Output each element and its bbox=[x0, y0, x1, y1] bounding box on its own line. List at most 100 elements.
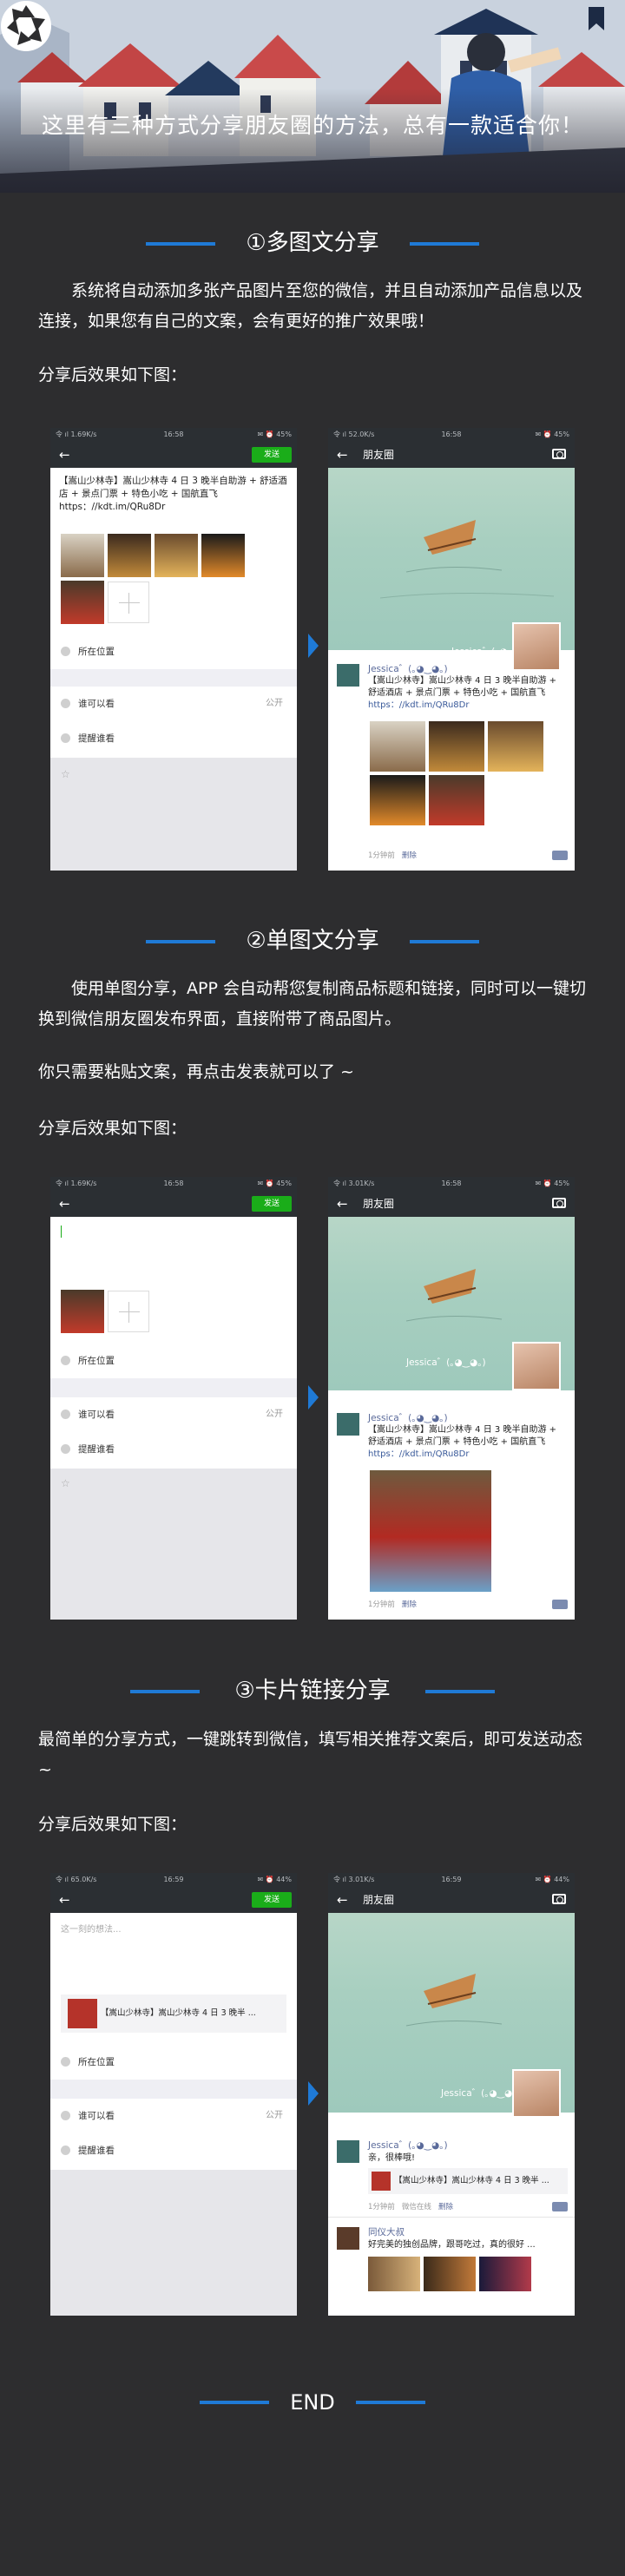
end-text: END bbox=[290, 2390, 335, 2415]
user-avatar[interactable] bbox=[335, 1411, 361, 1437]
status-battery: ✉ ⏰ 45% bbox=[257, 1180, 292, 1187]
post-nickname[interactable]: Jessica゛(｡◕‿◕｡) bbox=[368, 1411, 448, 1424]
post-photo[interactable] bbox=[429, 775, 484, 825]
other-user-photo[interactable] bbox=[424, 2257, 476, 2291]
post-photo[interactable] bbox=[370, 775, 425, 825]
camera-icon[interactable] bbox=[552, 1894, 566, 1904]
add-photo-button[interactable] bbox=[108, 1291, 149, 1332]
empty-area bbox=[50, 758, 297, 871]
back-arrow-icon[interactable]: ← bbox=[59, 1892, 70, 1908]
post-photo[interactable] bbox=[370, 1470, 491, 1592]
back-arrow-icon[interactable]: ← bbox=[59, 1196, 70, 1212]
nav-bar: ← 发送 bbox=[50, 1887, 297, 1913]
aperture-logo-icon bbox=[1, 1, 51, 51]
card-thumbnail bbox=[68, 1998, 97, 2028]
star-icon[interactable]: ☆ bbox=[61, 1477, 70, 1489]
remind-row[interactable]: 提醒谁看 bbox=[50, 2133, 297, 2168]
section-title: ③卡片链接分享 bbox=[234, 1678, 391, 1704]
phone-compose-multi: 令 ıl 1.69K/s 16:58 ✉ ⏰ 45% ← 发送 【嵩山少林寺】嵩… bbox=[50, 428, 297, 871]
thought-input[interactable]: 这一刻的想法... bbox=[61, 1922, 122, 1935]
product-photo[interactable] bbox=[61, 581, 104, 624]
status-battery: ✉ ⏰ 45% bbox=[535, 1180, 569, 1187]
product-photo[interactable] bbox=[155, 534, 198, 577]
product-photo[interactable] bbox=[201, 534, 245, 577]
back-arrow-icon[interactable]: ← bbox=[337, 1196, 348, 1212]
link-card[interactable]: 【嵩山少林寺】嵩山少林寺 4 日 3 晚半 ... bbox=[61, 1994, 286, 2033]
remind-row[interactable]: 提醒谁看 bbox=[50, 1432, 297, 1467]
send-button[interactable]: 发送 bbox=[252, 447, 292, 463]
send-button[interactable]: 发送 bbox=[252, 1196, 292, 1212]
post-comment: 亲，很棒哦! bbox=[368, 2153, 416, 2163]
other-user-text: 好完美的独创品牌，跟哥吃过，真的很好 ... bbox=[368, 2240, 536, 2250]
phone-moments-single: 令 ıl 3.01K/s 16:58 ✉ ⏰ 45% ← 朋友圈 Jessica… bbox=[328, 1177, 575, 1620]
post-time: 1分钟前 bbox=[368, 1600, 395, 1609]
visibility-value: 公开 bbox=[266, 2111, 283, 2120]
post-nickname[interactable]: Jessica゛(｡◕‿◕｡) bbox=[368, 2139, 448, 2152]
delete-link[interactable]: 删除 bbox=[402, 851, 417, 860]
card-title: 【嵩山少林寺】嵩山少林寺 4 日 3 晚半 ... bbox=[394, 2176, 549, 2185]
status-bar: 令 ıl 1.69K/s 16:58 ✉ ⏰ 45% bbox=[50, 428, 297, 442]
other-user-nickname[interactable]: 同仪大叔 bbox=[368, 2225, 405, 2238]
remind-row[interactable]: 提醒谁看 bbox=[50, 721, 297, 756]
post-photo[interactable] bbox=[370, 721, 425, 772]
other-user-avatar[interactable] bbox=[335, 2225, 361, 2251]
visibility-label: 谁可以看 bbox=[78, 2111, 115, 2121]
back-arrow-icon[interactable]: ← bbox=[59, 447, 70, 463]
own-avatar[interactable] bbox=[512, 1342, 561, 1390]
camera-icon[interactable] bbox=[552, 1198, 566, 1208]
delete-link[interactable]: 删除 bbox=[402, 1600, 417, 1609]
section-paragraph: 系统将自动添加多张产品图片至您的微信，并且自动添加产品信息以及连接，如果您有自己… bbox=[38, 281, 583, 331]
status-battery: ✉ ⏰ 44% bbox=[535, 1876, 569, 1883]
back-arrow-icon[interactable]: ← bbox=[337, 1892, 348, 1908]
camera-icon[interactable] bbox=[552, 449, 566, 459]
post-link[interactable]: https：//kdt.im/QRu8Dr bbox=[368, 1449, 469, 1459]
add-photo-button[interactable] bbox=[108, 582, 149, 623]
visibility-row[interactable]: 谁可以看 公开 bbox=[50, 1397, 297, 1432]
comment-icon[interactable] bbox=[552, 2202, 568, 2211]
cover-nickname: Jessica゛(｡◕‿◕｡) bbox=[406, 1357, 486, 1368]
post-nickname[interactable]: Jessica゛(｡◕‿◕｡) bbox=[368, 662, 448, 675]
location-row[interactable]: 所在位置 bbox=[50, 2045, 297, 2080]
user-avatar[interactable] bbox=[335, 662, 361, 688]
arrow-right-icon bbox=[308, 1385, 319, 1410]
location-row[interactable]: 所在位置 bbox=[50, 634, 297, 669]
post-text-input[interactable]: 【嵩山少林寺】嵩山少林寺 4 日 3 晚半自助游 + 舒适酒店 + 景点门票 +… bbox=[50, 468, 297, 529]
post-meta: 1分钟前 删除 bbox=[368, 1599, 417, 1609]
user-avatar[interactable] bbox=[335, 2139, 361, 2165]
link-card[interactable]: 【嵩山少林寺】嵩山少林寺 4 日 3 晚半 ... bbox=[368, 2168, 568, 2194]
text-cursor[interactable] bbox=[61, 1226, 62, 1238]
other-user-photo[interactable] bbox=[479, 2257, 531, 2291]
status-battery: ✉ ⏰ 44% bbox=[257, 1876, 292, 1883]
post-body: 【嵩山少林寺】嵩山少林寺 4 日 3 晚半自助游 + 舒适酒店 + 景点门票 +… bbox=[368, 1424, 568, 1461]
back-arrow-icon[interactable]: ← bbox=[337, 447, 348, 463]
post-photo[interactable] bbox=[488, 721, 543, 772]
send-button[interactable]: 发送 bbox=[252, 1892, 292, 1908]
visibility-row[interactable]: 谁可以看 公开 bbox=[50, 2099, 297, 2133]
delete-link[interactable]: 删除 bbox=[438, 2203, 453, 2211]
product-photo[interactable] bbox=[61, 1290, 104, 1333]
post-photo[interactable] bbox=[429, 721, 484, 772]
at-icon bbox=[61, 733, 70, 743]
star-icon[interactable]: ☆ bbox=[61, 768, 70, 780]
status-battery: ✉ ⏰ 45% bbox=[257, 430, 292, 438]
product-photo[interactable] bbox=[61, 534, 104, 577]
moments-title: 朋友圈 bbox=[363, 1198, 395, 1210]
own-avatar[interactable] bbox=[512, 2069, 561, 2118]
post-body: 【嵩山少林寺】嵩山少林寺 4 日 3 晚半自助游 + 舒适酒店 + 景点门票 +… bbox=[368, 675, 568, 712]
visibility-row[interactable]: 谁可以看 公开 bbox=[50, 687, 297, 721]
section-heading-2: ②单图文分享 bbox=[0, 923, 625, 958]
post-text: 【嵩山少林寺】嵩山少林寺 4 日 3 晚半自助游 + 舒适酒店 + 景点门票 +… bbox=[368, 1425, 556, 1447]
divider bbox=[50, 669, 297, 687]
status-bar: 令 ıl 1.69K/s 16:58 ✉ ⏰ 45% bbox=[50, 1177, 297, 1191]
product-photo[interactable] bbox=[108, 534, 151, 577]
end-marker: END bbox=[0, 2385, 625, 2420]
comment-icon[interactable] bbox=[552, 1600, 568, 1609]
comment-icon[interactable] bbox=[552, 851, 568, 860]
person-icon bbox=[61, 1410, 70, 1419]
post-text: 【嵩山少林寺】嵩山少林寺 4 日 3 晚半自助游 + 舒适酒店 + 景点门票 +… bbox=[59, 476, 287, 499]
other-user-photo[interactable] bbox=[368, 2257, 420, 2291]
location-pin-icon bbox=[61, 1356, 70, 1365]
own-avatar[interactable] bbox=[512, 622, 561, 671]
post-link[interactable]: https：//kdt.im/QRu8Dr bbox=[368, 700, 469, 710]
location-row[interactable]: 所在位置 bbox=[50, 1344, 297, 1378]
